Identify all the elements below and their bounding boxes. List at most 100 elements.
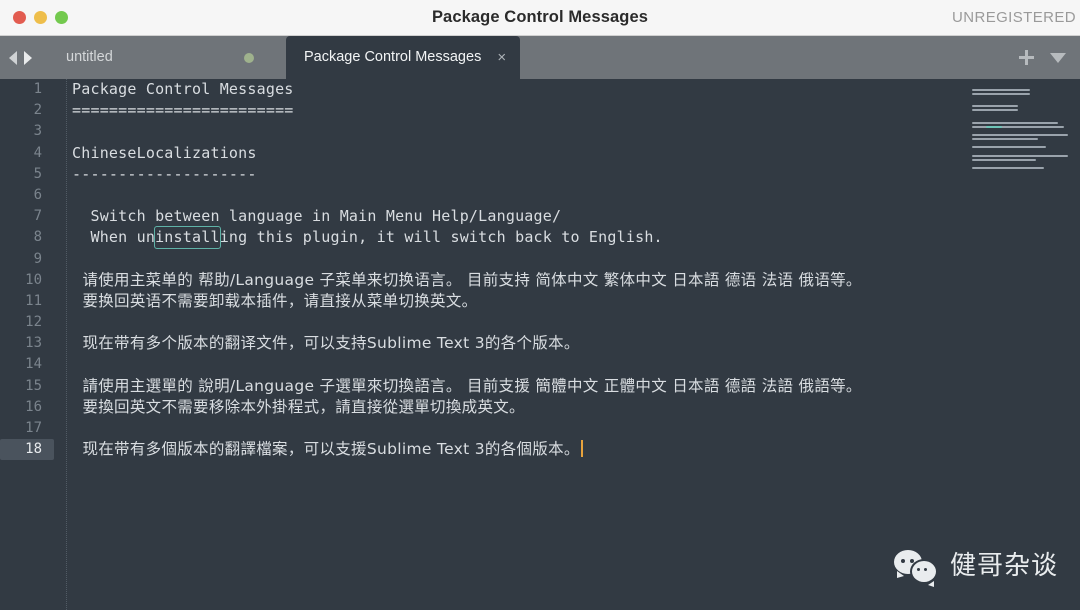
code-line[interactable]: 13 现在带有多个版本的翻译文件，可以支持Sublime Text 3的各个版本… [0,333,1080,354]
minimap-line [972,158,1036,161]
minimap-content [972,89,1072,171]
line-number: 2 [33,102,42,119]
code-text: 要换回英语不需要卸载本插件，请直接从菜单切换英文。 [72,291,478,310]
watermark: 健哥杂谈 [893,550,1058,587]
minimap-line [972,105,1018,108]
find-highlight: install [154,226,221,250]
line-number: 17 [25,420,42,436]
minimap-line [972,150,1072,152]
minimap-line [972,93,1030,96]
sublime-text-window: Package Control Messages UNREGISTERED un… [0,0,1080,610]
tab-bar-actions [1019,36,1066,79]
wechat-icon [893,550,938,587]
license-status: UNREGISTERED [952,9,1076,26]
code-line[interactable]: 9 [0,249,1080,270]
minimap-line [972,118,1072,120]
chevron-down-icon[interactable] [1050,52,1066,63]
code-text: Package Control Messages [72,80,294,98]
plus-icon[interactable] [1019,50,1034,65]
code-line[interactable]: 11 要换回英语不需要卸载本插件，请直接从菜单切换英文。 [0,291,1080,312]
code-line[interactable]: 16 要換回英文不需要移除本外掛程式，請直接從選單切換成英文。 [0,397,1080,418]
minimap-line [972,142,1072,144]
code-line[interactable]: 2 ======================== [0,100,1080,121]
code-text: Switch between language in Main Menu Hel… [72,207,562,226]
minimap-find-highlight [986,125,1002,128]
editor-pane[interactable]: 1 Package Control Messages 2 ==============… [0,79,1080,610]
code-line[interactable]: 4 ChineseLocalizations [0,143,1080,164]
code-text: ChineseLocalizations [72,143,257,162]
tab-dirty-indicator [244,52,254,63]
code-fragment: ing this plugin, it will switch back to … [219,228,663,247]
minimap[interactable] [962,79,1080,610]
code-text: 請使用主選單的 說明/Language 子選單來切換語言。 目前支援 簡體中文 … [72,376,862,395]
code-line[interactable]: 15 請使用主選單的 說明/Language 子選單來切換語言。 目前支援 簡體… [0,376,1080,397]
minimap-line [972,101,1072,103]
code-text: 现在带有多个版本的翻译文件，可以支持Sublime Text 3的各个版本。 [72,334,580,353]
code-line[interactable]: 8 When uninstalling this plugin, it will… [0,226,1080,250]
line-number: 11 [25,292,42,309]
tab-label: Package Control Messages [304,49,482,66]
window-title: Package Control Messages [431,8,649,26]
minimap-line [972,121,1058,124]
code-text: 请使用主菜单的 帮助/Language 子菜单来切换语言。 目前支持 简体中文 … [72,270,862,289]
line-number: 7 [33,208,42,225]
code-text: 现在带有多個版本的翻譯檔案，可以支援Sublime Text 3的各個版本。 [54,439,1080,460]
minimap-line [972,109,1018,112]
tab-untitled[interactable]: untitled [48,36,286,79]
code-line[interactable]: 7 Switch between language in Main Menu H… [0,206,1080,227]
minimap-line [972,125,1072,128]
minimap-line [972,146,1046,149]
title-bar: Package Control Messages UNREGISTERED [0,0,1080,36]
minimap-line [972,130,1072,132]
code-line[interactable]: 3 [0,121,1080,142]
line-number: 10 [25,271,42,288]
code-fragment: When un [72,228,156,247]
minimap-line [972,89,1030,91]
code-content[interactable]: 1 Package Control Messages 2 ==============… [0,79,1080,610]
line-number: 18 [0,439,54,461]
close-icon[interactable]: × [497,50,506,65]
line-number: 12 [25,314,42,331]
line-number: 8 [33,229,42,246]
line-number: 16 [25,398,42,415]
code-line[interactable]: 1 Package Control Messages [0,79,1080,100]
line-number: 9 [33,250,42,267]
line-number: 15 [25,377,42,394]
code-line[interactable]: 5 -------------------- [0,164,1080,185]
minimap-line [972,166,1044,169]
chevron-left-icon[interactable] [9,50,17,65]
code-text: ======================== [72,101,294,120]
tab-list: untitled Package Control Messages × [48,36,521,79]
minimap-line [972,138,1038,141]
line-number: 4 [33,144,42,161]
line-number: 6 [33,186,42,203]
minimap-line [972,154,1068,157]
code-line[interactable]: 18 现在带有多個版本的翻譯檔案，可以支援Sublime Text 3的各個版本… [0,439,1080,461]
tab-nav-arrows [9,36,32,79]
code-line[interactable]: 12 [0,312,1080,333]
tab-bar: untitled Package Control Messages × [0,36,1080,79]
code-line[interactable]: 10 请使用主菜单的 帮助/Language 子菜单来切换语言。 目前支持 简体… [0,270,1080,291]
chevron-right-icon[interactable] [24,50,32,65]
line-number: 1 [33,81,42,97]
code-text: When uninstalling this plugin, it will s… [54,226,1080,250]
text-cursor [580,440,583,458]
code-line[interactable]: 6 [0,185,1080,206]
minimap-line [972,163,1072,165]
minimap-line [972,114,1072,116]
watermark-text: 健哥杂谈 [949,551,1058,581]
line-number: 3 [33,123,42,140]
code-line[interactable]: 17 [0,418,1080,439]
line-number: 14 [25,356,42,373]
code-line[interactable]: 14 [0,354,1080,375]
tab-package-control-messages[interactable]: Package Control Messages × [286,36,521,79]
code-text: 要換回英文不需要移除本外掛程式，請直接從選單切換成英文。 [72,397,525,416]
minimap-line [972,134,1068,137]
code-text: -------------------- [72,164,257,183]
